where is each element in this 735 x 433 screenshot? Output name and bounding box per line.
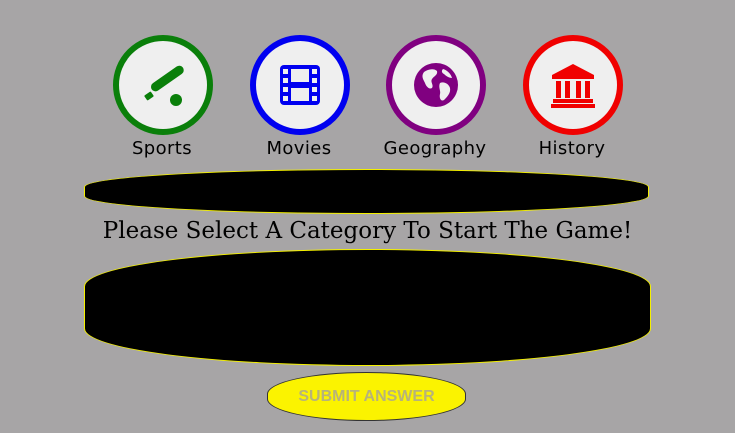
sports-circle[interactable] xyxy=(113,35,213,135)
film-icon xyxy=(280,65,320,105)
question-display xyxy=(84,169,649,214)
landmark-icon xyxy=(551,64,595,108)
geography-circle[interactable] xyxy=(386,35,486,135)
category-geography-button[interactable]: Geography xyxy=(370,35,500,165)
category-label-movies: Movies xyxy=(266,138,332,159)
answer-area[interactable] xyxy=(84,249,651,366)
category-history-button[interactable]: History xyxy=(507,35,637,165)
category-movies-button[interactable]: Movies xyxy=(234,35,364,165)
game-prompt: Please Select A Category To Start The Ga… xyxy=(102,218,633,244)
history-circle[interactable] xyxy=(523,35,623,135)
submit-answer-button[interactable]: SUBMIT ANSWER xyxy=(267,372,466,421)
globe-icon xyxy=(414,63,458,107)
category-label-geography: Geography xyxy=(383,138,487,159)
movies-circle[interactable] xyxy=(250,35,350,135)
category-sports-button[interactable]: Sports xyxy=(97,35,227,165)
category-label-history: History xyxy=(538,138,606,159)
category-label-sports: Sports xyxy=(131,138,193,159)
baseball-icon xyxy=(144,65,184,106)
